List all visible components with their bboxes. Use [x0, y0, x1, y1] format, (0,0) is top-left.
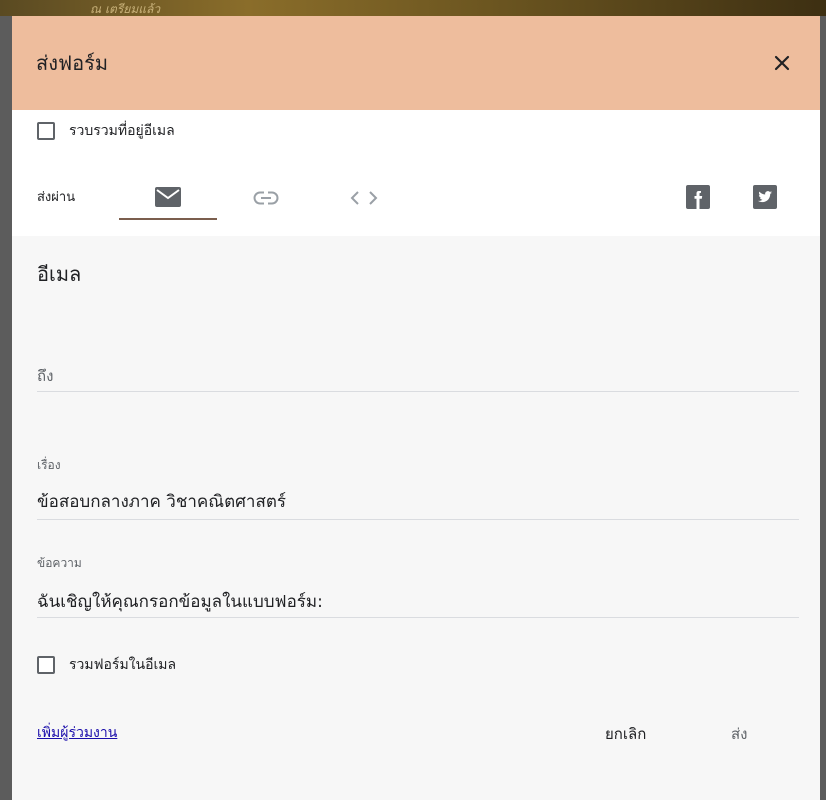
- cancel-button[interactable]: ยกเลิก: [605, 722, 646, 746]
- subject-field[interactable]: เรื่อง ข้อสอบกลางภาค วิชาคณิตศาสตร์: [37, 450, 799, 520]
- share-twitter-button[interactable]: [752, 184, 778, 210]
- dialog-title: ส่งฟอร์ม: [36, 51, 109, 75]
- tab-email[interactable]: [119, 176, 217, 220]
- email-section-title: อีเมล: [37, 262, 82, 286]
- backdrop-left-edge: [0, 16, 12, 800]
- include-form-label: รวมฟอร์มในอีเมล: [69, 657, 177, 673]
- collect-email-row[interactable]: รวบรวมที่อยู่อีเมล: [37, 120, 175, 142]
- message-field[interactable]: ข้อความ ฉันเชิญให้คุณกรอกข้อมูลในแบบฟอร์…: [37, 552, 799, 618]
- dialog-header: ส่งฟอร์ม: [12, 16, 820, 110]
- collect-email-label: รวบรวมที่อยู่อีเมล: [69, 123, 175, 139]
- subject-label: เรื่อง: [37, 458, 61, 472]
- link-icon: [253, 191, 279, 205]
- twitter-icon: [753, 185, 777, 209]
- to-placeholder: ถึง: [37, 367, 54, 385]
- close-button[interactable]: [768, 49, 796, 77]
- include-form-row[interactable]: รวมฟอร์มในอีเมล: [37, 654, 176, 676]
- send-button[interactable]: ส่ง: [731, 722, 747, 746]
- email-icon: [155, 187, 181, 207]
- add-collaborators-link[interactable]: เพิ่มผู้ร่วมงาน: [37, 722, 117, 744]
- tab-embed[interactable]: [315, 176, 413, 220]
- message-label: ข้อความ: [37, 556, 82, 570]
- include-form-checkbox[interactable]: [37, 656, 55, 674]
- embed-code-icon: [350, 191, 378, 205]
- subject-value: ข้อสอบกลางภาค วิชาคณิตศาสตร์: [37, 492, 286, 512]
- backdrop-right-edge: [820, 16, 826, 800]
- close-icon: [774, 55, 790, 71]
- share-facebook-button[interactable]: [685, 184, 711, 210]
- to-field[interactable]: ถึง: [37, 350, 799, 392]
- tab-link[interactable]: [217, 176, 315, 220]
- message-value: ฉันเชิญให้คุณกรอกข้อมูลในแบบฟอร์ม:: [37, 592, 323, 612]
- collect-email-checkbox[interactable]: [37, 122, 55, 140]
- send-via-label: ส่งผ่าน: [37, 190, 76, 205]
- facebook-icon: [686, 185, 710, 209]
